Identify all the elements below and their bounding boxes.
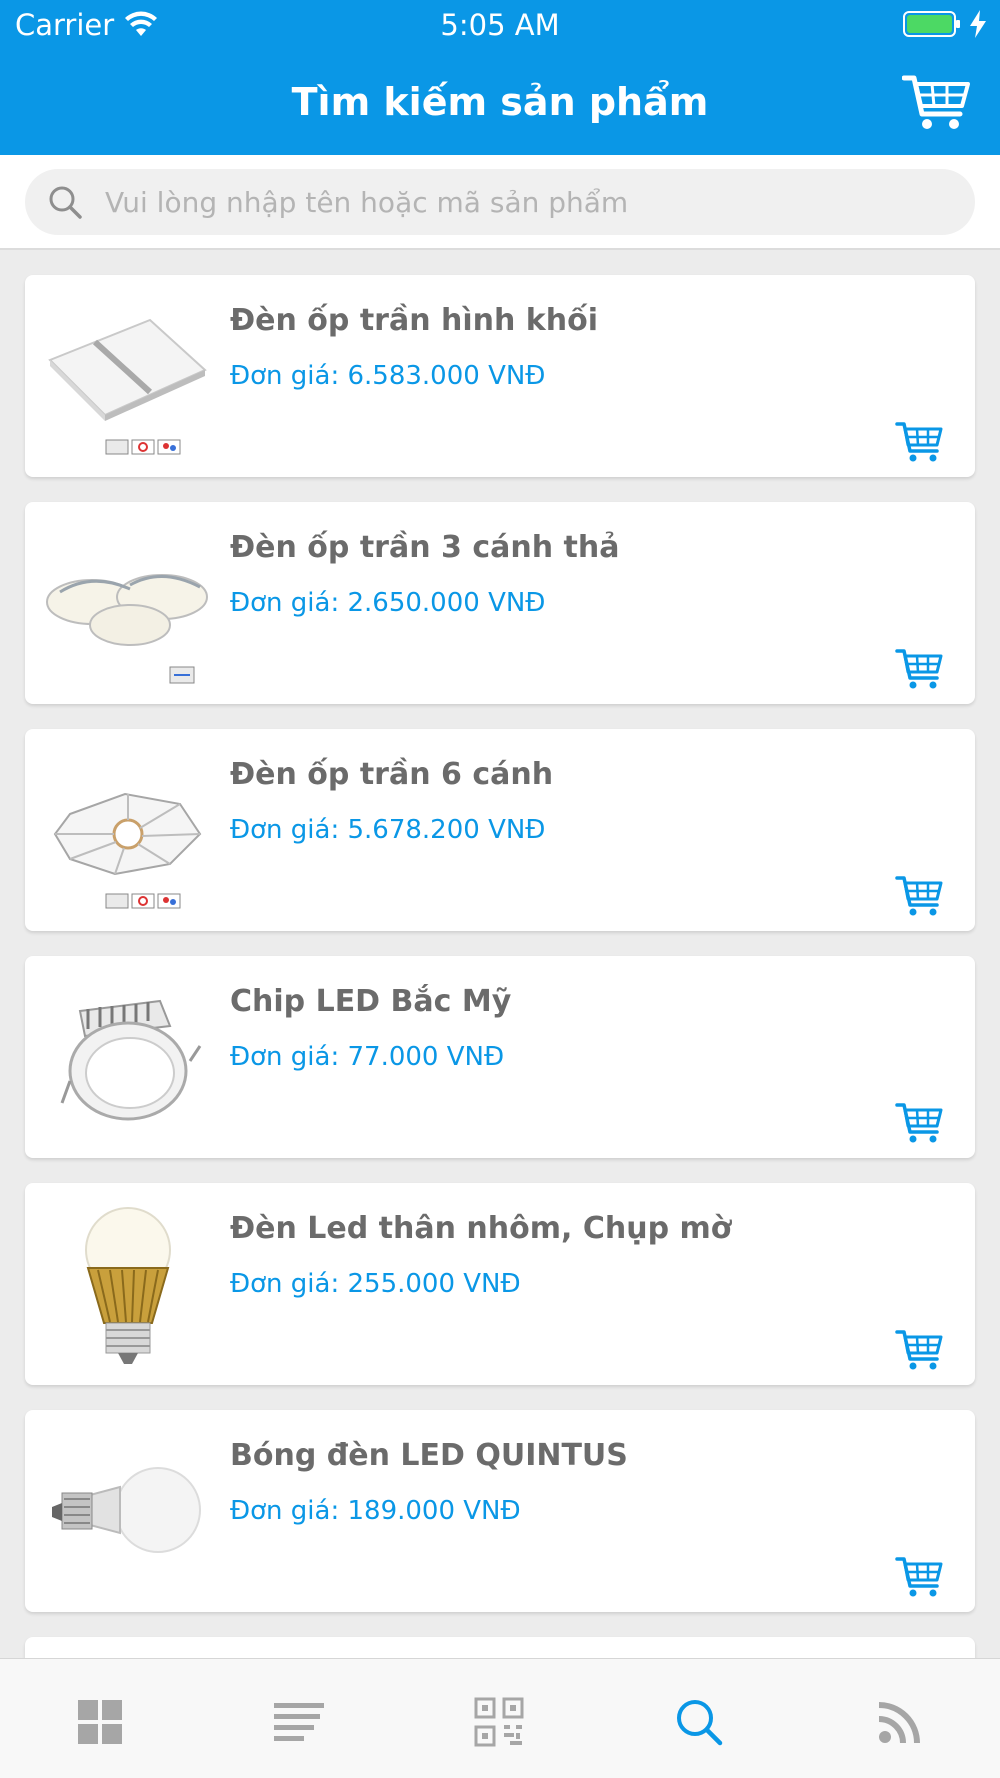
product-price: Đơn giá: 2.650.000 VNĐ [230, 588, 546, 618]
qr-code-icon[interactable] [474, 1697, 524, 1747]
cart-icon[interactable] [902, 72, 972, 132]
search-bar [0, 155, 1000, 250]
product-name: Đèn ốp trần 3 cánh thả [230, 530, 620, 565]
product-card[interactable]: Bóng đèn LED QUINTUS Đơn giá: 189.000 VN… [25, 1410, 975, 1612]
add-to-cart-icon[interactable] [895, 647, 943, 691]
product-price: Đơn giá: 6.583.000 VNĐ [230, 361, 546, 391]
product-list[interactable]: Đèn ốp trần hình khối Đơn giá: 6.583.000… [0, 252, 1000, 1658]
search-icon [49, 186, 82, 219]
product-image [46, 574, 208, 684]
add-to-cart-icon[interactable] [895, 1555, 943, 1599]
product-price: Đơn giá: 77.000 VNĐ [230, 1042, 505, 1072]
product-card[interactable]: Đèn ốp trần hình khối Đơn giá: 6.583.000… [25, 275, 975, 477]
rss-icon[interactable] [875, 1697, 925, 1747]
product-price: Đơn giá: 189.000 VNĐ [230, 1496, 521, 1526]
product-price: Đơn giá: 5.678.200 VNĐ [230, 815, 546, 845]
product-image [52, 1467, 201, 1553]
app-header: Carrier 5:05 AM Tìm kiếm sản phẩm [0, 0, 1000, 155]
list-icon[interactable] [274, 1697, 324, 1747]
product-name: Đèn ốp trần 6 cánh [230, 757, 554, 792]
page-title: Tìm kiếm sản phẩm [291, 80, 709, 124]
product-image [53, 792, 202, 909]
status-bar: Carrier 5:05 AM [0, 0, 1000, 50]
search-box[interactable] [25, 169, 975, 235]
add-to-cart-icon[interactable] [895, 420, 943, 464]
product-card[interactable] [25, 1637, 975, 1658]
product-card[interactable]: Đèn Led thân nhôm, Chụp mờ Đơn giá: 255.… [25, 1183, 975, 1385]
status-time: 5:05 AM [440, 8, 560, 42]
product-name: Đèn Led thân nhôm, Chụp mờ [230, 1211, 732, 1246]
charging-icon [970, 10, 986, 38]
tab-bar [0, 1658, 1000, 1778]
dashboard-icon[interactable] [75, 1697, 125, 1747]
search-icon[interactable] [674, 1697, 724, 1747]
product-name: Chip LED Bắc Mỹ [230, 984, 512, 1019]
product-name: Bóng đèn LED QUINTUS [230, 1438, 628, 1473]
add-to-cart-icon[interactable] [895, 1101, 943, 1145]
product-name: Đèn ốp trần hình khối [230, 303, 598, 338]
battery-icon [903, 11, 960, 37]
product-card[interactable]: Chip LED Bắc Mỹ Đơn giá: 77.000 VNĐ [25, 956, 975, 1158]
search-input[interactable] [105, 169, 955, 235]
product-price: Đơn giá: 255.000 VNĐ [230, 1269, 521, 1299]
product-image [60, 999, 202, 1121]
product-card[interactable]: Đèn ốp trần 6 cánh Đơn giá: 5.678.200 VN… [25, 729, 975, 931]
product-card[interactable]: Đèn ốp trần 3 cánh thả Đơn giá: 2.650.00… [25, 502, 975, 704]
product-image [48, 318, 207, 455]
add-to-cart-icon[interactable] [895, 1328, 943, 1372]
add-to-cart-icon[interactable] [895, 874, 943, 918]
product-image [85, 1207, 171, 1364]
